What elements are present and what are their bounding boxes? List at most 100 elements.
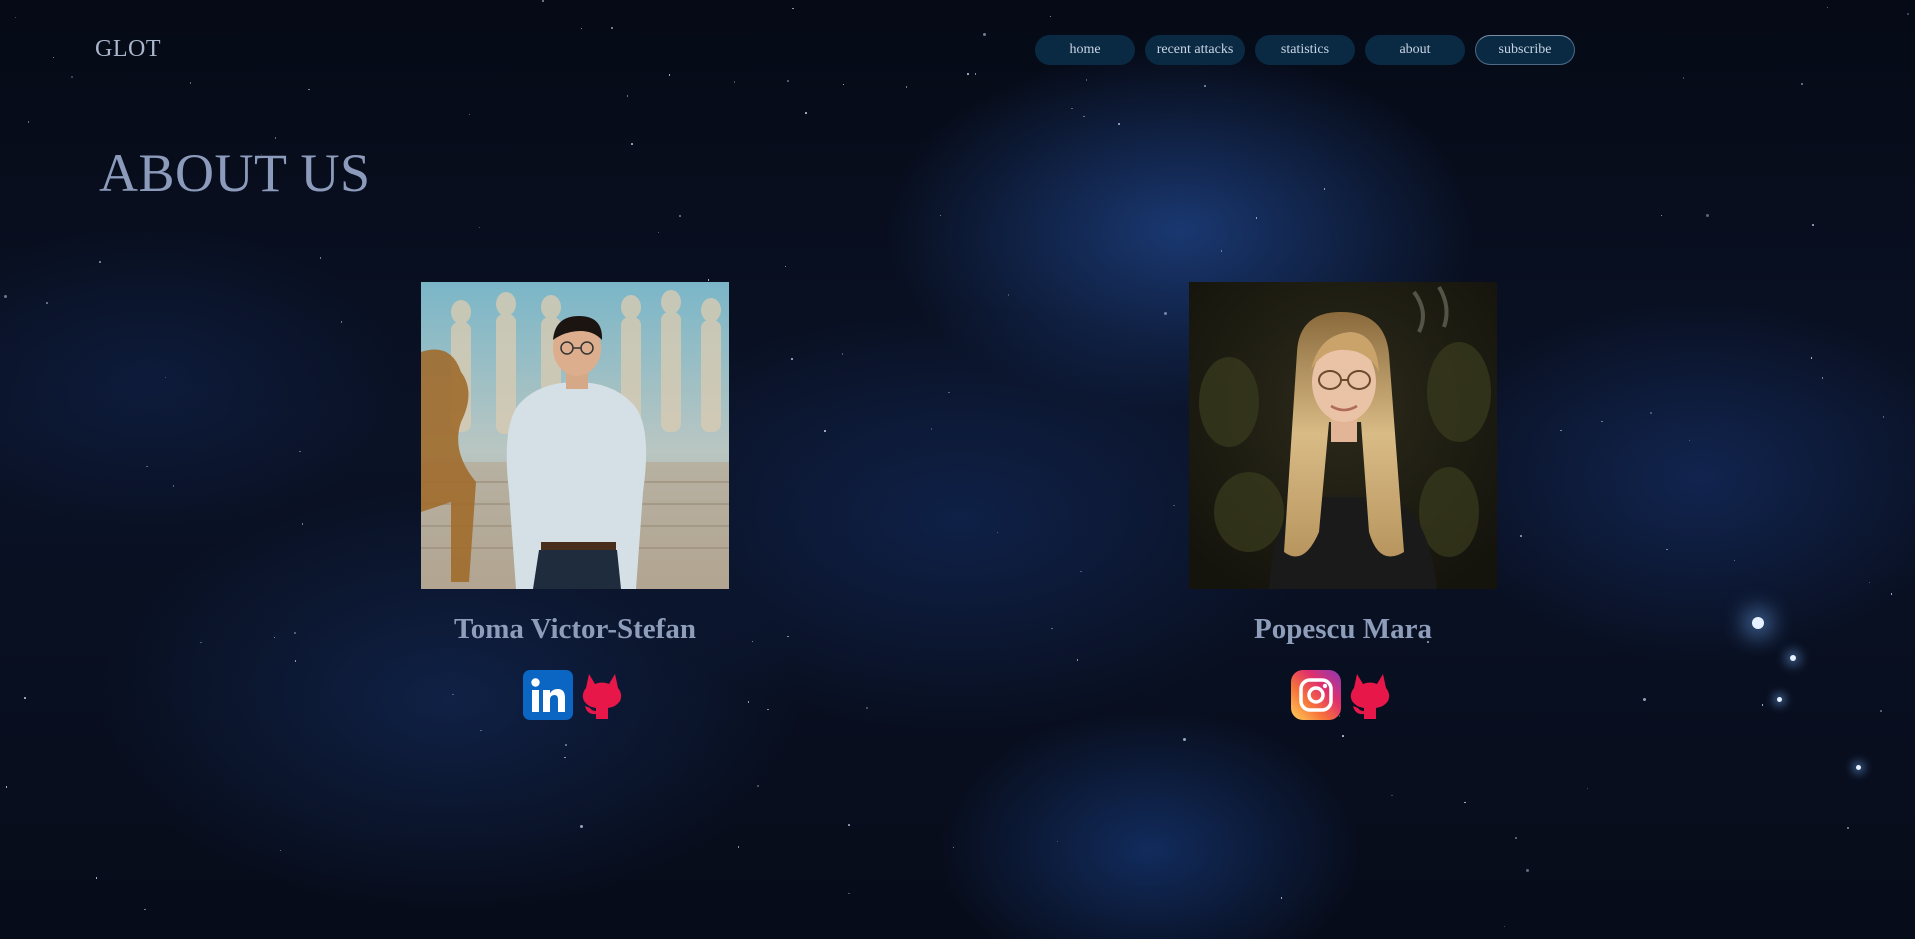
star [1076,659,1079,661]
bright-star [1752,617,1764,629]
star [189,82,192,84]
star [1173,504,1175,507]
star [273,636,276,639]
star [542,0,544,2]
star [747,701,750,703]
star [308,88,310,90]
member-name: Toma Victor-Stefan [454,613,696,645]
star [1503,925,1506,928]
star [1056,840,1059,843]
site-logo[interactable]: GLOT [95,36,161,63]
member-photo [421,282,729,589]
star [1255,217,1258,219]
star [1342,735,1344,737]
star [1051,627,1053,630]
star [1882,416,1885,418]
member-card: Popescu Mara [1189,282,1497,720]
linkedin-icon[interactable] [523,670,573,720]
member-name: Popescu Mara [1254,613,1432,645]
star [1821,377,1824,379]
star [1880,710,1882,712]
star [1525,869,1529,873]
star [95,877,98,879]
nav-home-button[interactable]: home [1035,35,1135,65]
star [1890,593,1893,595]
star [1868,581,1871,584]
star [5,786,8,788]
social-links [1189,670,1497,720]
star [1650,412,1652,414]
star [468,113,471,116]
star [1586,787,1589,790]
nav-about-button[interactable]: about [1365,35,1465,65]
star [1682,77,1685,79]
star [842,83,845,86]
star [480,729,482,732]
star [1204,85,1206,87]
star [99,261,101,263]
star [791,358,793,360]
star [996,531,999,534]
star [1688,439,1691,442]
star [668,74,671,76]
star [1085,79,1088,81]
star [631,143,633,145]
instagram-icon[interactable] [1291,670,1341,720]
star [1220,250,1223,252]
star [848,824,850,826]
star [626,95,629,97]
star [657,231,660,234]
star [1049,15,1052,18]
star [939,214,942,217]
star [982,32,986,36]
star [1280,897,1283,899]
star [930,428,932,430]
star [14,16,17,19]
star [707,279,710,281]
github-icon[interactable] [1345,670,1395,720]
star [1007,294,1010,296]
star [737,846,740,848]
star [279,849,282,852]
star [564,756,566,758]
star [580,27,583,30]
star [579,824,583,828]
star [24,697,26,699]
star [164,376,167,379]
nav-subscribe-button[interactable]: subscribe [1475,35,1575,65]
star [299,450,301,453]
star [71,76,73,78]
star [340,321,343,323]
star [905,86,908,88]
star [1515,837,1517,839]
star [1323,188,1326,190]
social-links [421,670,729,720]
bright-star [1777,697,1782,702]
star [1391,794,1393,797]
star [733,81,736,83]
star [866,707,868,709]
page-title: ABOUT US [99,143,371,203]
star [611,27,613,29]
star [824,430,826,432]
star [1464,801,1466,804]
star [767,708,769,711]
star [46,302,48,304]
star [1761,704,1764,706]
star [52,56,55,59]
star [1706,213,1710,217]
bright-star [1790,655,1796,661]
nav-recent-attacks-button[interactable]: recent attacks [1145,35,1245,65]
star [1182,738,1186,742]
nav-statistics-button[interactable]: statistics [1255,35,1355,65]
member-card: Toma Victor-Stefan [421,282,729,720]
star [1601,420,1603,423]
github-icon[interactable] [577,670,627,720]
star [787,80,789,82]
star [757,785,759,787]
star [1826,6,1829,9]
star [274,137,277,139]
star [1666,548,1668,551]
star [1643,698,1647,702]
star [1080,570,1082,573]
